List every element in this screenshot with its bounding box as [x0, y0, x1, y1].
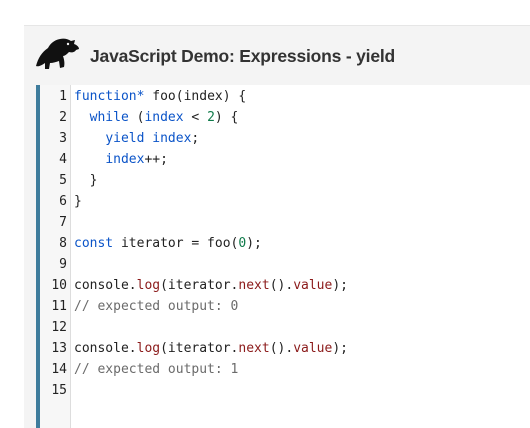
code-token: index — [152, 131, 192, 146]
code-line[interactable]: const iterator = foo(0); — [74, 233, 262, 254]
code-token: const — [74, 236, 114, 251]
line-number: 4 — [59, 152, 67, 167]
code-token: } — [74, 173, 98, 188]
line-number: 2 — [59, 110, 67, 125]
code-token: next — [238, 278, 270, 293]
code-token: log — [136, 278, 161, 293]
line-number: 12 — [51, 320, 67, 335]
line-number: 1 — [59, 89, 67, 104]
line-number: 6 — [59, 194, 67, 209]
line-number: 9 — [59, 257, 67, 272]
code-token: while — [89, 110, 129, 125]
dinosaur-logo-icon — [36, 38, 79, 69]
code-line[interactable]: yield index; — [74, 128, 199, 149]
code-token: console. — [74, 278, 137, 293]
code-token: (iterator. — [160, 341, 239, 356]
code-area[interactable]: function* foo(index) { while (index < 2)… — [74, 85, 530, 428]
code-token: function* — [74, 89, 145, 104]
code-token: ; — [191, 131, 200, 146]
code-token: // expected output: 0 — [74, 299, 239, 314]
code-token: (iterator. — [160, 278, 239, 293]
code-token: (). — [269, 341, 294, 356]
code-token: ); — [246, 236, 262, 251]
line-number: 8 — [59, 236, 67, 251]
code-token: ) { — [214, 110, 239, 125]
code-line[interactable]: function* foo(index) { — [74, 86, 246, 107]
code-token: value — [293, 278, 333, 293]
code-token: next — [238, 341, 270, 356]
page-title: JavaScript Demo: Expressions - yield — [90, 46, 396, 66]
code-line[interactable]: // expected output: 0 — [74, 296, 238, 317]
code-token: ); — [332, 278, 348, 293]
code-token: log — [136, 341, 161, 356]
line-number: 15 — [51, 383, 67, 398]
demo-header: JavaScript Demo: Expressions - yield — [24, 26, 530, 84]
code-token: value — [293, 341, 333, 356]
line-number: 5 — [59, 173, 67, 188]
code-token: foo(index) { — [144, 89, 247, 104]
code-line[interactable]: index++; — [74, 149, 168, 170]
line-number: 7 — [59, 215, 67, 230]
code-line[interactable]: } — [74, 170, 98, 191]
line-number: 13 — [51, 341, 67, 356]
line-number: 14 — [51, 362, 67, 377]
code-token: index — [144, 110, 184, 125]
code-token: ( — [128, 110, 145, 125]
code-token: yield — [105, 131, 145, 146]
code-token: } — [74, 194, 82, 209]
code-token: 2 — [207, 110, 215, 125]
code-token: ++; — [144, 152, 168, 167]
code-editor[interactable]: 1 2 3 4 5 6 7 8 9 10 11 12 13 14 15 function* foo(inde… — [36, 85, 530, 428]
line-number: 10 — [51, 278, 67, 293]
demo-panel: JavaScript Demo: Expressions - yield 123… — [24, 25, 530, 428]
code-token: console. — [74, 341, 137, 356]
code-token: // expected output: 1 — [74, 362, 239, 377]
code-line[interactable]: console.log(iterator.next().value); — [74, 275, 348, 296]
code-line[interactable]: // expected output: 1 — [74, 359, 238, 380]
code-token: iterator = foo( — [113, 236, 239, 251]
code-token: ); — [332, 341, 348, 356]
line-number: 3 — [59, 131, 67, 146]
code-token: < — [183, 110, 208, 125]
code-line[interactable]: } — [74, 191, 82, 212]
code-token: index — [105, 152, 145, 167]
line-number: 11 — [51, 299, 67, 314]
line-number-gutter: 1 2 3 4 5 6 7 8 9 10 11 12 13 14 15 — [40, 85, 71, 428]
code-token: (). — [269, 278, 294, 293]
code-line[interactable]: while (index < 2) { — [74, 107, 239, 128]
code-line[interactable]: console.log(iterator.next().value); — [74, 338, 348, 359]
